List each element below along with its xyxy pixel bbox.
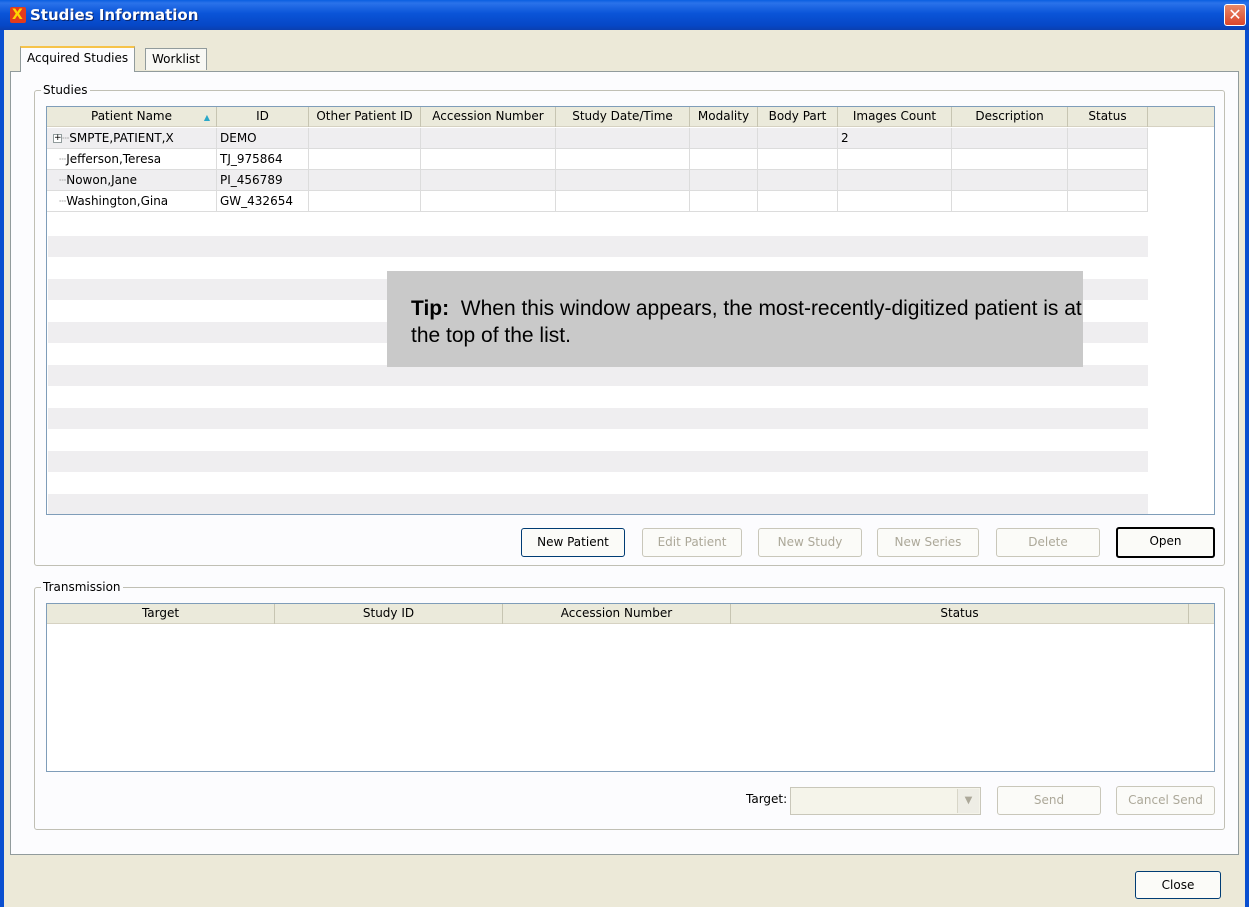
new-series-button[interactable]: New Series <box>877 528 979 557</box>
description-cell <box>952 149 1068 170</box>
column-header-study-date[interactable]: Study Date/Time <box>556 107 690 127</box>
body-part-cell <box>758 149 838 170</box>
accession-number-cell <box>421 128 556 149</box>
status-cell <box>1068 170 1148 191</box>
status-cell <box>1068 149 1148 170</box>
description-cell <box>952 128 1068 149</box>
description-cell <box>952 191 1068 212</box>
cancel-send-button[interactable]: Cancel Send <box>1116 786 1215 815</box>
modality-cell <box>690 170 758 191</box>
app-logo-icon: X <box>10 7 26 23</box>
tip-text: When this window appears, the most-recen… <box>411 297 1082 347</box>
new-patient-button[interactable]: New Patient <box>521 528 625 557</box>
study-date-cell <box>556 170 690 191</box>
send-button[interactable]: Send <box>997 786 1101 815</box>
empty-row-band <box>48 451 1148 472</box>
tip-label: Tip: <box>411 297 450 320</box>
table-row[interactable]: ┄Washington,Gina GW_432654 <box>47 191 1148 212</box>
sort-ascending-icon: ▲ <box>203 113 210 122</box>
patient-name: Nowon,Jane <box>66 173 138 187</box>
other-patient-id-cell <box>309 149 421 170</box>
delete-button[interactable]: Delete <box>996 528 1100 557</box>
window-frame-right <box>1245 30 1249 907</box>
accession-number-cell <box>421 149 556 170</box>
accession-number-cell <box>421 170 556 191</box>
studies-list-header: Patient Name ▲ ID Other Patient ID Acces… <box>47 107 1214 127</box>
patient-name-cell: +┄SMPTE,PATIENT,X <box>47 128 217 149</box>
other-patient-id-cell <box>309 170 421 191</box>
column-header-other-patient-id[interactable]: Other Patient ID <box>309 107 421 127</box>
id-cell: DEMO <box>217 128 309 149</box>
studies-group-label: Studies <box>41 83 90 97</box>
transmission-group-label: Transmission <box>41 580 123 594</box>
column-header-study-id[interactable]: Study ID <box>275 604 503 624</box>
transmission-list-header: Target Study ID Accession Number Status <box>47 604 1214 624</box>
column-header-images-count[interactable]: Images Count <box>838 107 952 127</box>
images-count-cell <box>838 149 952 170</box>
study-date-cell <box>556 149 690 170</box>
patient-name-cell: ┄Washington,Gina <box>47 191 217 212</box>
empty-row-band <box>48 494 1148 514</box>
column-header-id[interactable]: ID <box>217 107 309 127</box>
column-header-modality[interactable]: Modality <box>690 107 758 127</box>
window-close-button[interactable]: ✕ <box>1224 4 1246 26</box>
target-select[interactable]: ▼ <box>790 787 981 815</box>
chevron-down-icon[interactable]: ▼ <box>957 789 979 813</box>
empty-row-band <box>48 408 1148 429</box>
target-label: Target: <box>746 792 788 806</box>
patient-name-cell: ┄Nowon,Jane <box>47 170 217 191</box>
patient-name: Washington,Gina <box>66 194 169 208</box>
tab-worklist[interactable]: Worklist <box>145 48 208 70</box>
table-row[interactable]: +┄SMPTE,PATIENT,X DEMO 2 <box>47 128 1148 149</box>
modality-cell <box>690 128 758 149</box>
patient-name: SMPTE,PATIENT,X <box>69 131 174 145</box>
column-header-description[interactable]: Description <box>952 107 1068 127</box>
column-header-target[interactable]: Target <box>47 604 275 624</box>
body-part-cell <box>758 170 838 191</box>
column-header-status[interactable]: Status <box>731 604 1189 624</box>
images-count-cell <box>838 170 952 191</box>
other-patient-id-cell <box>309 128 421 149</box>
body-part-cell <box>758 191 838 212</box>
column-header-accession-number[interactable]: Accession Number <box>503 604 731 624</box>
window-frame-left <box>0 30 4 907</box>
empty-row-band <box>48 365 1148 386</box>
id-cell: TJ_975864 <box>217 149 309 170</box>
other-patient-id-cell <box>309 191 421 212</box>
description-cell <box>952 170 1068 191</box>
images-count-cell: 2 <box>838 128 952 149</box>
patient-name-cell: ┄Jefferson,Teresa <box>47 149 217 170</box>
title-bar: X Studies Information ✕ <box>0 0 1249 30</box>
modality-cell <box>690 191 758 212</box>
study-date-cell <box>556 191 690 212</box>
study-date-cell <box>556 128 690 149</box>
column-header-status[interactable]: Status <box>1068 107 1148 127</box>
tip-callout: Tip: When this window appears, the most-… <box>387 271 1083 367</box>
column-header-label: Patient Name <box>91 109 172 123</box>
edit-patient-button[interactable]: Edit Patient <box>642 528 742 557</box>
body-part-cell <box>758 128 838 149</box>
column-header-patient-name[interactable]: Patient Name ▲ <box>47 107 217 127</box>
window-title: Studies Information <box>30 6 199 24</box>
patient-name: Jefferson,Teresa <box>66 152 162 166</box>
column-header-body-part[interactable]: Body Part <box>758 107 838 127</box>
close-button[interactable]: Close <box>1135 871 1221 899</box>
new-study-button[interactable]: New Study <box>758 528 862 557</box>
accession-number-cell <box>421 191 556 212</box>
column-header-accession-number[interactable]: Accession Number <box>421 107 556 127</box>
open-button[interactable]: Open <box>1116 527 1215 558</box>
empty-row-band <box>48 236 1148 257</box>
table-row[interactable]: ┄Nowon,Jane PI_456789 <box>47 170 1148 191</box>
images-count-cell <box>838 191 952 212</box>
expand-plus-icon[interactable]: + <box>53 134 62 143</box>
id-cell: PI_456789 <box>217 170 309 191</box>
table-row[interactable]: ┄Jefferson,Teresa TJ_975864 <box>47 149 1148 170</box>
tab-acquired-studies[interactable]: Acquired Studies <box>20 46 136 72</box>
status-cell <box>1068 191 1148 212</box>
id-cell: GW_432654 <box>217 191 309 212</box>
transmission-list[interactable]: Target Study ID Accession Number Status <box>46 603 1215 772</box>
modality-cell <box>690 149 758 170</box>
status-cell <box>1068 128 1148 149</box>
